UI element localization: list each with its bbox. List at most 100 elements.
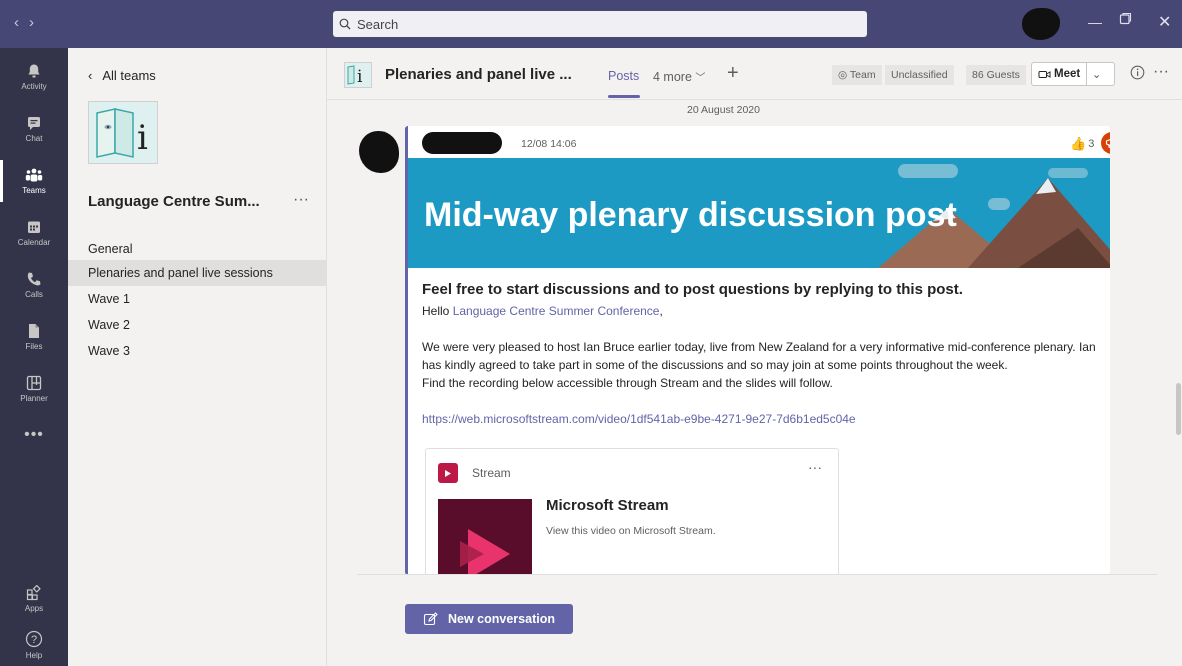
rail-label: Planner — [20, 394, 48, 403]
rail-label: Help — [25, 651, 43, 660]
tab-more-label: 4 more — [653, 70, 692, 84]
add-tab-icon[interactable]: + — [727, 62, 739, 85]
stream-logo-icon — [438, 463, 458, 483]
like-reaction[interactable]: 👍 3 — [1070, 136, 1094, 152]
channel-wave-3[interactable]: Wave 3 — [68, 338, 326, 364]
channel-wave-1[interactable]: Wave 1 — [68, 286, 326, 312]
card-title: Microsoft Stream — [546, 497, 669, 514]
rail-activity[interactable]: Activity — [0, 52, 68, 102]
card-brand: Stream — [438, 463, 511, 483]
video-thumbnail[interactable] — [438, 499, 532, 575]
tab-more-dropdown[interactable]: 4 more ﹀ — [653, 69, 705, 84]
body-paragraph: We were very pleased to host Ian Bruce e… — [422, 340, 1096, 372]
post-subject: Feel free to start discussions and to po… — [422, 281, 963, 298]
author-name[interactable] — [422, 132, 502, 154]
stream-preview-card[interactable]: Stream ··· Microsoft Stream View this vi… — [425, 448, 839, 575]
meet-button[interactable]: Meet ⌄ — [1031, 62, 1115, 86]
rail-teams[interactable]: Teams — [0, 156, 68, 206]
rail-calls[interactable]: Calls — [0, 260, 68, 310]
post-body: Hello Language Centre Summer Conference,… — [422, 302, 1102, 428]
minimize-icon[interactable]: — — [1088, 14, 1102, 30]
history-nav: ‹› — [14, 14, 44, 31]
channel-plenaries[interactable]: Plenaries and panel live sessions — [68, 260, 326, 286]
info-logo-icon: i — [347, 65, 363, 86]
teams-icon — [25, 168, 43, 182]
svg-text:i: i — [357, 67, 363, 86]
announcement-megaphone-icon — [1101, 132, 1110, 154]
rail-label: Activity — [21, 82, 47, 91]
team-logo: i — [88, 101, 158, 164]
team-more-icon[interactable]: ··· — [293, 191, 309, 209]
rail-chat[interactable]: Chat — [0, 104, 68, 154]
stream-url-link[interactable]: https://web.microsoftstream.com/video/1d… — [422, 410, 1102, 428]
rail-label: Teams — [22, 186, 46, 195]
tab-posts[interactable]: Posts — [608, 69, 639, 83]
title-bar: ‹› Search — ✕ — [0, 0, 1182, 48]
scrollbar-thumb[interactable] — [1176, 383, 1181, 435]
phone-icon — [27, 272, 41, 286]
all-teams-link[interactable]: ‹ All teams — [88, 68, 166, 83]
back-arrow-icon[interactable]: ‹ — [14, 14, 29, 31]
post-header: 12/08 14:06 👍 3 — [408, 126, 1110, 158]
like-count: 3 — [1088, 138, 1095, 150]
rail-label: Apps — [24, 604, 44, 613]
guests-badge[interactable]: 86 Guests — [966, 65, 1026, 85]
channel-general[interactable]: General — [68, 236, 326, 262]
new-conversation-button[interactable]: New conversation — [405, 604, 573, 634]
rail-planner[interactable]: Planner — [0, 364, 68, 414]
search-placeholder: Search — [357, 16, 399, 32]
rail-more-apps[interactable]: ••• — [0, 410, 68, 460]
author-avatar[interactable] — [359, 131, 399, 173]
channel-header: i Plenaries and panel live ... Posts 4 m… — [327, 48, 1182, 100]
post-timestamp: 12/08 14:06 — [521, 138, 577, 150]
header-more-icon[interactable]: ··· — [1153, 63, 1169, 81]
card-more-icon[interactable]: ··· — [808, 459, 822, 475]
thumbs-up-icon: 👍 — [1070, 136, 1087, 151]
greeting-line: Hello Language Centre Summer Conference, — [422, 302, 1102, 320]
card-description: View this video on Microsoft Stream. — [546, 525, 716, 537]
apps-icon — [26, 585, 41, 601]
team-badge-label: Team — [849, 69, 876, 81]
rail-label: Chat — [25, 134, 43, 143]
forward-arrow-icon[interactable]: › — [29, 14, 44, 31]
svg-text:i: i — [137, 118, 148, 158]
team-badge[interactable]: ◎ Team — [832, 65, 882, 85]
more-icon: ••• — [24, 426, 44, 443]
body-paragraph: Find the recording below accessible thro… — [422, 376, 833, 390]
rail-help[interactable]: ? Help — [0, 620, 68, 666]
compose-icon — [423, 611, 438, 625]
team-name[interactable]: Language Centre Sum... — [88, 193, 260, 210]
search-input[interactable]: Search — [333, 11, 867, 37]
greeting-text: Hello — [422, 304, 453, 318]
classification-badge: Unclassified — [885, 65, 954, 85]
meet-label: Meet — [1054, 68, 1081, 80]
channel-title: Plenaries and panel live ... — [385, 66, 572, 83]
rail-label: Calls — [25, 290, 43, 299]
rail-label: Files — [25, 342, 43, 351]
close-icon[interactable]: ✕ — [1158, 12, 1171, 32]
rail-files[interactable]: Files — [0, 312, 68, 362]
date-separator: 20 August 2020 — [687, 104, 760, 116]
chevron-down-icon: ﹀ — [695, 73, 706, 84]
team-mention-link[interactable]: Language Centre Summer Conference — [453, 304, 660, 318]
all-teams-label: All teams — [102, 68, 156, 83]
app-rail: Activity Chat Teams Calendar Calls Files… — [0, 48, 68, 666]
profile-avatar[interactable] — [1022, 8, 1060, 40]
file-icon — [29, 324, 39, 338]
rail-label: Calendar — [17, 238, 51, 247]
rail-apps[interactable]: Apps — [0, 574, 68, 624]
info-icon[interactable] — [1130, 65, 1145, 80]
meet-dropdown-icon[interactable]: ⌄ — [1086, 63, 1106, 85]
greeting-punctuation: , — [659, 304, 663, 318]
video-camera-icon — [1038, 70, 1051, 78]
channel-main: i Plenaries and panel live ... Posts 4 m… — [327, 48, 1182, 666]
team-panel: ‹ All teams i Language Centre Sum... ··· … — [68, 48, 327, 666]
rail-calendar[interactable]: Calendar — [0, 208, 68, 258]
info-logo-icon: i — [96, 107, 148, 158]
chevron-left-icon: ‹ — [88, 68, 93, 83]
maximize-icon[interactable] — [1119, 12, 1132, 28]
help-icon: ? — [25, 630, 43, 648]
card-brand-label: Stream — [472, 466, 511, 480]
channel-logo: i — [344, 62, 372, 88]
channel-wave-2[interactable]: Wave 2 — [68, 312, 326, 338]
